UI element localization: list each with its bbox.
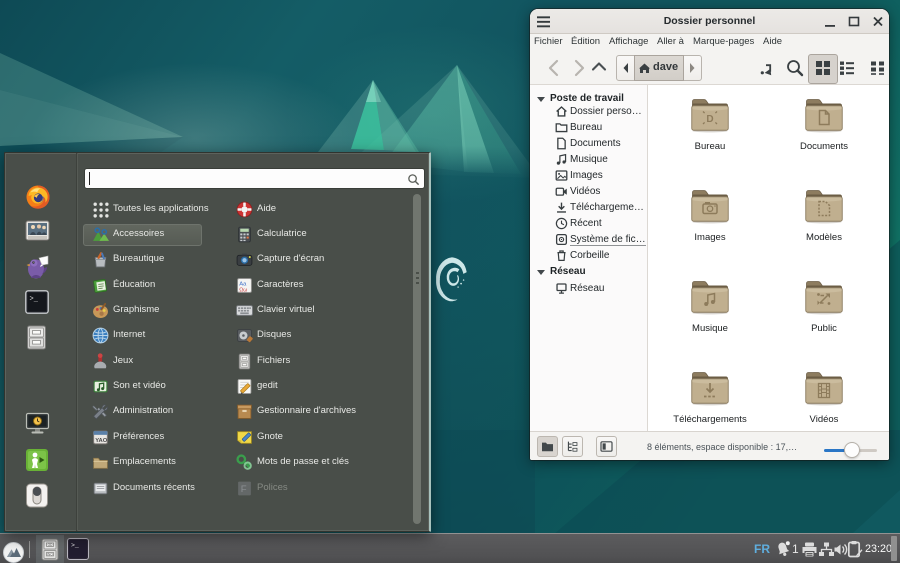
svg-text:INO: INO [47,553,53,557]
svg-text:>_: >_ [30,296,39,304]
svg-text:D: D [706,114,713,125]
svg-text:F: F [241,484,247,495]
svg-text:YAO: YAO [95,438,108,444]
svg-text:>_: >_ [71,542,79,549]
svg-text:Ωω: Ωω [239,287,247,293]
svg-text:OD: OD [48,543,53,547]
